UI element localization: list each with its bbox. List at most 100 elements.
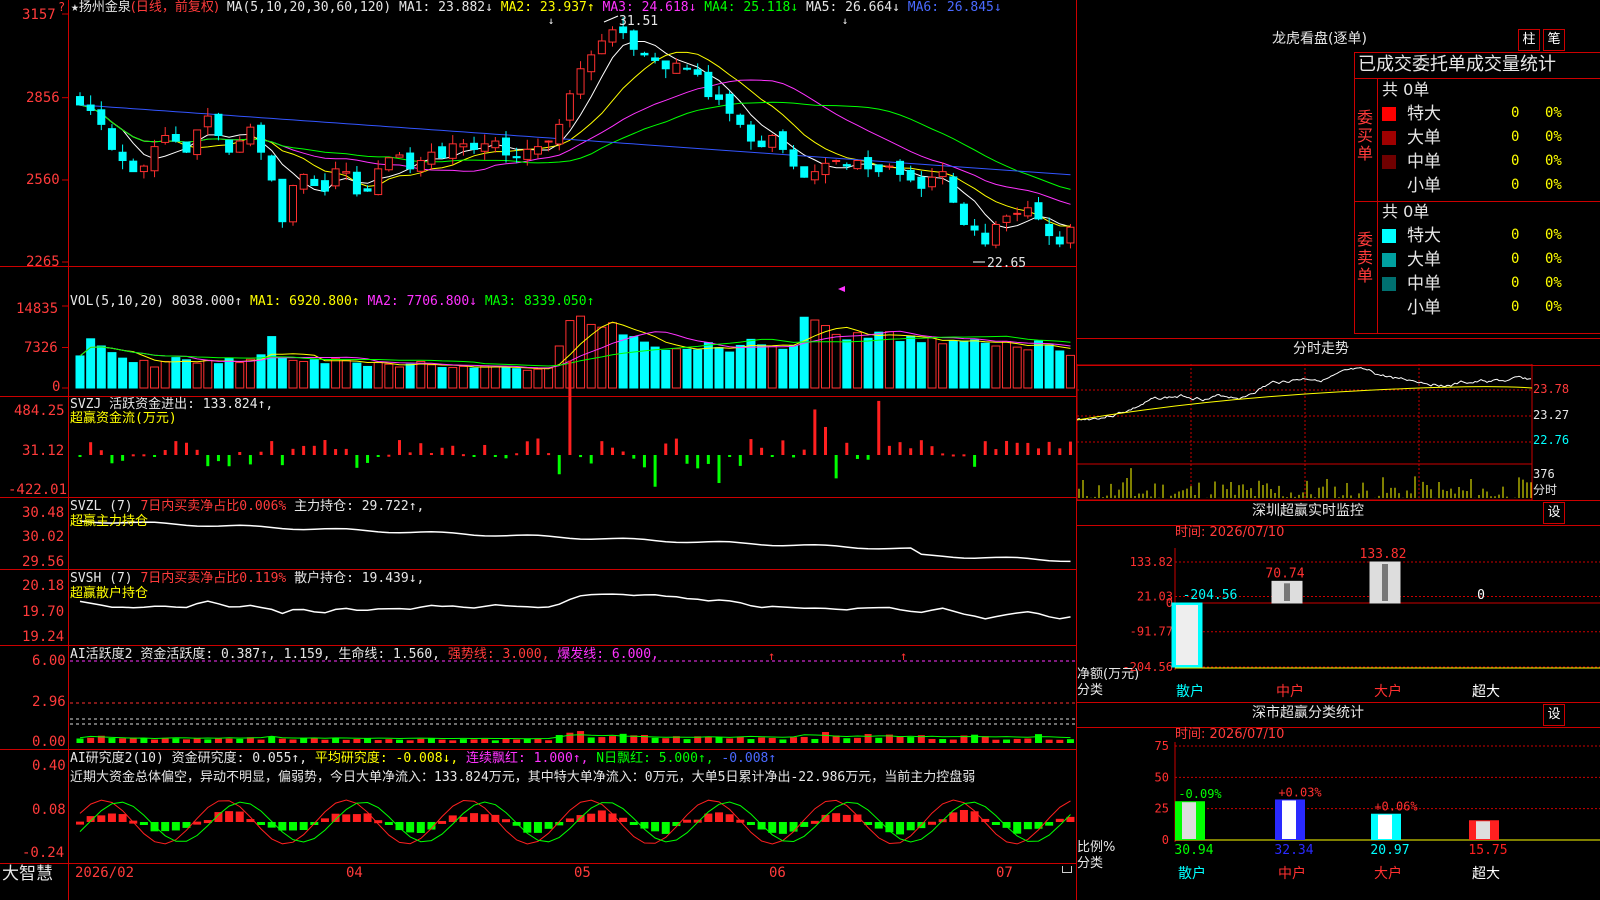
activity-bar bbox=[417, 738, 425, 743]
activity-bar bbox=[87, 737, 95, 743]
candle-body bbox=[438, 146, 447, 159]
volume-bar bbox=[938, 343, 948, 389]
activity-bar bbox=[1024, 738, 1032, 743]
vol-axis-label: 0 bbox=[52, 379, 61, 395]
svsh-name: SVSH (7) bbox=[70, 571, 133, 586]
order-size-label: 中单 bbox=[1407, 274, 1441, 294]
money-flow-bar bbox=[685, 455, 689, 464]
activity-bar bbox=[502, 738, 510, 743]
intraday-axis-label: 23.27 bbox=[1533, 408, 1570, 422]
activity-bar bbox=[853, 737, 861, 743]
money-flow-bar bbox=[824, 426, 827, 455]
alert-arrow: ↑ bbox=[768, 649, 775, 663]
candle-body bbox=[395, 154, 404, 158]
money-flow-bar bbox=[174, 441, 178, 455]
research-bar bbox=[619, 817, 628, 822]
volume-bar bbox=[1055, 350, 1065, 389]
volume-bar bbox=[735, 344, 745, 389]
lhb-panel: 龙虎看盘(逐单) 柱 笔 已成交委托单成交量统计 委 买 单 共 0单 特大 0 0… bbox=[1077, 0, 1600, 338]
activity-bar bbox=[76, 738, 84, 743]
volume-bar bbox=[757, 344, 767, 389]
ratio-change-label: -0.09% bbox=[1178, 787, 1222, 801]
candle-body bbox=[107, 128, 116, 150]
money-flow-bar bbox=[909, 448, 913, 455]
tick-mode-button[interactable]: 笔 bbox=[1543, 29, 1565, 51]
intraday-axis-label: 23.78 bbox=[1533, 382, 1570, 396]
price-axis-label: 3157 bbox=[22, 7, 56, 23]
activity-bar bbox=[151, 739, 159, 743]
activity-bar bbox=[278, 738, 286, 743]
lhb-col-divider bbox=[1377, 78, 1378, 333]
ai-research-value: 资金研究度: 0.055↑, bbox=[171, 751, 308, 766]
volume-bar bbox=[970, 339, 980, 389]
candle-body bbox=[171, 134, 180, 142]
candle-body bbox=[512, 156, 521, 159]
order-size-label: 特大 bbox=[1407, 104, 1441, 124]
volume-bar bbox=[629, 336, 639, 389]
bar-mode-button[interactable]: 柱 bbox=[1518, 29, 1540, 51]
activity-bar bbox=[971, 734, 979, 743]
ai-activity-axis-label: 2.96 bbox=[32, 694, 66, 710]
candle-body bbox=[342, 171, 351, 174]
money-flow-bar bbox=[877, 400, 881, 455]
money-flow-bar bbox=[738, 455, 742, 466]
svzl-axis-label: 30.02 bbox=[22, 529, 65, 545]
favorite-star-icon[interactable]: ★ bbox=[71, 0, 79, 15]
candle-body bbox=[161, 134, 170, 143]
candle-body bbox=[150, 146, 159, 172]
candle-body bbox=[949, 176, 958, 203]
volume-bar bbox=[458, 365, 468, 389]
svzj-axis-label: 31.12 bbox=[22, 443, 65, 459]
volume-bar bbox=[320, 363, 330, 389]
money-flow-bar bbox=[600, 441, 604, 455]
activity-bar bbox=[108, 738, 116, 743]
svzj-name: SVZJ bbox=[70, 397, 102, 412]
class-ylabel: 分类 bbox=[1077, 856, 1104, 871]
research-bar bbox=[991, 822, 1000, 825]
svsh-axis-label: 20.18 bbox=[22, 578, 65, 594]
ai-research-cont-red: 连续飘红: 1.000↑, bbox=[466, 751, 589, 766]
activity-bar bbox=[875, 737, 883, 743]
bar-value-label: 70.74 bbox=[1265, 566, 1304, 581]
research-bar bbox=[768, 822, 777, 833]
intraday-chart[interactable] bbox=[1077, 364, 1600, 500]
candle-body bbox=[587, 54, 596, 73]
research-bar bbox=[789, 822, 798, 832]
buy-total: 共 0单 bbox=[1382, 80, 1430, 99]
legend-swatch bbox=[1382, 107, 1396, 121]
lock-icon[interactable] bbox=[1062, 866, 1072, 873]
intraday-panel[interactable]: 分时走势 23.78 23.27 22.76 376 分时 bbox=[1077, 338, 1600, 500]
candle-body bbox=[768, 134, 777, 148]
period-mode[interactable]: (日线，前复权) bbox=[131, 0, 219, 15]
activity-bar bbox=[513, 739, 521, 743]
svzl-name: SVZL (7) bbox=[70, 499, 133, 514]
volume-bar bbox=[682, 348, 692, 389]
money-flow-bar bbox=[206, 455, 210, 467]
volume-bar bbox=[1034, 340, 1043, 389]
money-flow-bar bbox=[568, 360, 572, 455]
vol-ma3: MA3: 8339.050↑ bbox=[484, 294, 595, 309]
volume-bar bbox=[437, 367, 447, 389]
volume-bar bbox=[363, 365, 373, 389]
activity-bar bbox=[172, 738, 180, 743]
activity-bar bbox=[598, 737, 606, 743]
activity-bar bbox=[406, 740, 414, 743]
research-bar bbox=[107, 813, 116, 822]
research-bar bbox=[1013, 822, 1022, 834]
money-flow-bar bbox=[962, 454, 966, 457]
pane-triangle-marker bbox=[838, 286, 845, 292]
candle-body bbox=[86, 104, 95, 111]
candle-body bbox=[991, 223, 1000, 246]
money-flow-bar bbox=[579, 455, 583, 458]
category-label: 超大 bbox=[1472, 866, 1500, 882]
candle-body bbox=[842, 164, 851, 167]
research-bar bbox=[502, 819, 510, 823]
svsh-value: 散户持仓: 19.439↓, bbox=[294, 571, 425, 586]
volume-bar bbox=[150, 366, 160, 389]
volume-bar bbox=[810, 319, 820, 389]
money-flow-bar bbox=[557, 455, 561, 475]
activity-bar bbox=[374, 740, 382, 743]
main-chart-area[interactable]: ↓ ↓ ↑ ↑ 3157 2856 2560 2265 ? ★扬州金泉(日线，前复权)… bbox=[0, 0, 1076, 900]
ma-params: MA(5,10,20,30,60,120) bbox=[226, 0, 392, 15]
activity-bar bbox=[470, 739, 478, 743]
